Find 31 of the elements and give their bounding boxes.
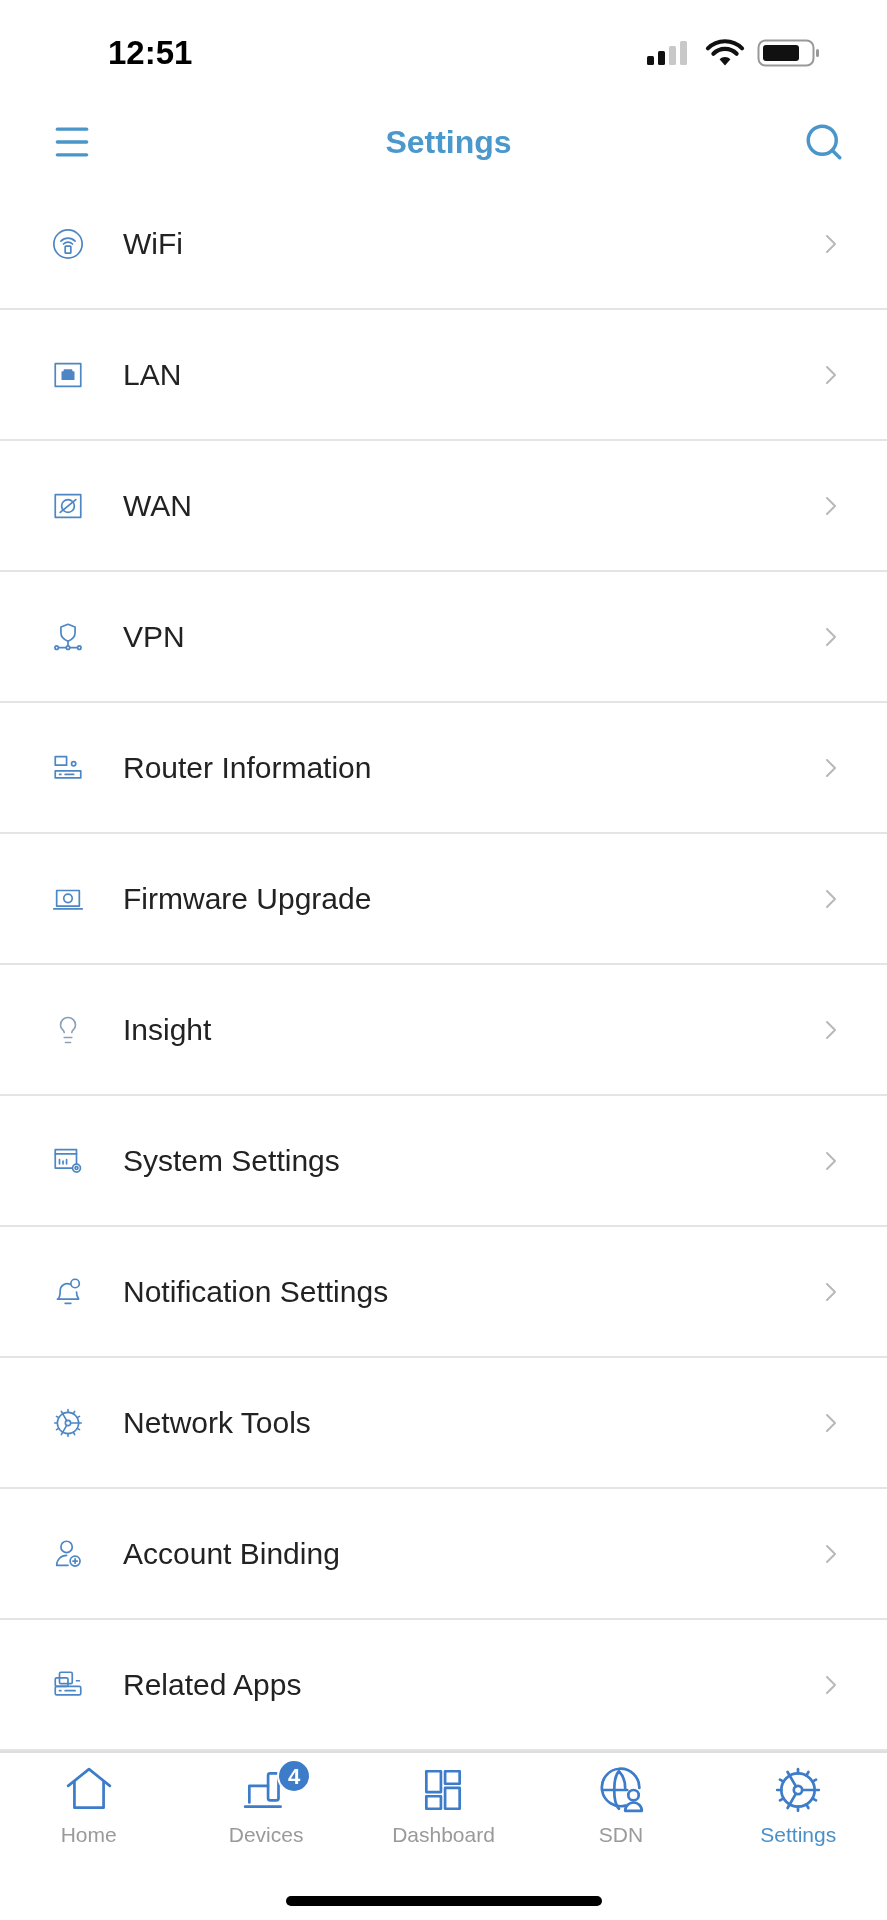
settings-row[interactable]: Router Information <box>0 703 887 834</box>
settings-label: Router Information <box>123 750 373 786</box>
settings-label: Network Tools <box>123 1405 312 1441</box>
page-title: Settings <box>385 123 512 162</box>
count-badge: 4 <box>277 1759 312 1793</box>
settings-row[interactable]: Firmware Upgrade <box>0 834 887 965</box>
settings-row[interactable]: LAN <box>0 310 887 441</box>
settings-row[interactable]: WAN <box>0 441 887 572</box>
settings-row[interactable]: WiFi <box>0 179 887 310</box>
settings-label: Firmware Upgrade <box>123 881 373 917</box>
settings-label: VPN <box>123 619 186 655</box>
settings-row[interactable]: Related Apps <box>0 1620 887 1751</box>
settings-row[interactable]: VPN <box>0 572 887 703</box>
settings-row[interactable]: Network Tools <box>0 1358 887 1489</box>
wifi-signal-icon <box>705 38 745 67</box>
settings-label: WAN <box>123 488 193 524</box>
wifi-icon <box>51 226 85 261</box>
gear-icon <box>52 1406 84 1439</box>
settings-row[interactable]: Account Binding <box>0 1489 887 1620</box>
settings-label: LAN <box>123 357 183 393</box>
battery-icon <box>757 38 821 67</box>
settings-label: WiFi <box>123 226 184 262</box>
settings-label: Notification Settings <box>123 1274 390 1310</box>
settings-row[interactable]: Insight <box>0 965 887 1096</box>
settings-label: Account Binding <box>123 1536 341 1572</box>
settings-row[interactable]: Notification Settings <box>0 1227 887 1358</box>
settings-row[interactable]: System Settings <box>0 1096 887 1227</box>
settings-label: System Settings <box>123 1143 341 1179</box>
settings-label: Related Apps <box>123 1667 303 1703</box>
status-time: 12:51 <box>108 32 193 73</box>
settings-label: Insight <box>123 1012 213 1048</box>
